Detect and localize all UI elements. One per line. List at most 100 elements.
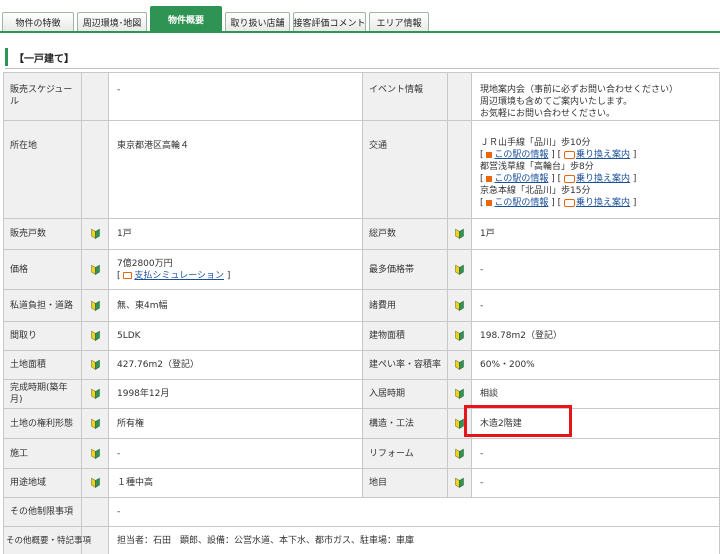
value-building-area: 198.78m2（登記） bbox=[471, 321, 720, 351]
event-line: お気軽にお問い合わせください。 bbox=[480, 109, 616, 119]
label-builder: 施工 bbox=[3, 438, 82, 469]
beginner-mark-icon bbox=[91, 228, 100, 239]
tab-service-review[interactable]: 接客評価コメント bbox=[293, 12, 366, 32]
value-price-band: - bbox=[471, 249, 720, 290]
value-sales-schedule: - bbox=[108, 72, 363, 121]
label-building-area: 建物面積 bbox=[362, 321, 448, 351]
value-location: 東京都港区高輪４ bbox=[108, 120, 363, 219]
tab-bar: 物件の特徴 周辺環境･地図 物件概要 取り扱い店舗 接客評価コメント エリア情報 bbox=[2, 6, 432, 32]
section-divider bbox=[5, 68, 719, 69]
beginner-mark-icon bbox=[455, 477, 464, 488]
label-price: 価格 bbox=[3, 249, 82, 290]
beginner-mark-icon bbox=[455, 300, 464, 311]
label-floor-plan: 間取り bbox=[3, 321, 82, 351]
tab-property-overview[interactable]: 物件概要 bbox=[150, 6, 222, 32]
beginner-mark-icon bbox=[455, 330, 464, 341]
table-row: 用途地域 １種中高 地目 - bbox=[3, 468, 720, 498]
station-info-icon bbox=[486, 175, 493, 182]
price-amount: 7億2800万円 bbox=[117, 258, 173, 269]
label-other-restrictions: その他制限事項 bbox=[3, 497, 82, 527]
value-coverage-ratio: 60%・200% bbox=[471, 350, 720, 380]
label-misc-cost: 諸費用 bbox=[362, 289, 448, 322]
station-info-link[interactable]: この駅の情報 bbox=[494, 150, 548, 160]
value-land-category: - bbox=[471, 468, 720, 498]
payment-sim-row: [ 支払シミュレーション ] bbox=[117, 270, 231, 281]
value-land-rights: 所有権 bbox=[108, 408, 363, 439]
tab-handling-stores[interactable]: 取り扱い店舗 bbox=[225, 12, 290, 32]
beginner-mark-icon bbox=[455, 264, 464, 275]
beginner-mark-icon bbox=[91, 448, 100, 459]
value-floor-plan: 5LDK bbox=[108, 321, 363, 351]
beginner-mark-icon bbox=[455, 418, 464, 429]
transfer-guide-link[interactable]: 乗り換え案内 bbox=[576, 174, 630, 184]
access-links: [ この駅の情報 ] [ 乗り換え案内 ] bbox=[480, 174, 637, 184]
table-row: 販売戸数 1戸 総戸数 1戸 bbox=[3, 218, 720, 250]
label-zoning: 用途地域 bbox=[3, 468, 82, 498]
label-location: 所在地 bbox=[3, 120, 82, 219]
beginner-mark-icon bbox=[91, 330, 100, 341]
value-reform: - bbox=[471, 438, 720, 469]
access-links: [ この駅の情報 ] [ 乗り換え案内 ] bbox=[480, 198, 637, 208]
transfer-train-icon bbox=[564, 174, 575, 183]
label-land-rights: 土地の権利形態 bbox=[3, 408, 82, 439]
beginner-mark-icon bbox=[91, 359, 100, 370]
value-other-notes: 担当者：石田 顕郎、設備：公営水道、本下水、都市ガス、駐車場：車庫 bbox=[108, 526, 720, 554]
beginner-mark-icon bbox=[455, 359, 464, 370]
beginner-mark-icon bbox=[455, 228, 464, 239]
label-move-in: 入居時期 bbox=[362, 379, 448, 409]
value-private-road: 無、東4m幅 bbox=[108, 289, 363, 322]
calculator-icon bbox=[123, 271, 133, 279]
label-reform: リフォーム bbox=[362, 438, 448, 469]
table-row: その他制限事項 - bbox=[3, 497, 720, 527]
station-info-link[interactable]: この駅の情報 bbox=[494, 198, 548, 208]
table-row: 間取り 5LDK 建物面積 198.78m2（登記） bbox=[3, 321, 720, 351]
event-line: 周辺環境も含めてご案内いたします。 bbox=[480, 97, 633, 107]
transfer-guide-link[interactable]: 乗り換え案内 bbox=[576, 198, 630, 208]
label-other-notes: その他概要・特記事項 bbox=[3, 526, 91, 554]
value-land-area: 427.76m2（登記） bbox=[108, 350, 363, 380]
beginner-mark-icon bbox=[455, 388, 464, 399]
access-line-text: 京急本線「北品川」歩15分 bbox=[480, 186, 591, 196]
label-land-area: 土地面積 bbox=[3, 350, 82, 380]
tab-underline bbox=[0, 31, 720, 33]
station-info-link[interactable]: この駅の情報 bbox=[494, 174, 548, 184]
beginner-mark-icon bbox=[91, 300, 100, 311]
beginner-mark-icon bbox=[91, 418, 100, 429]
tab-features[interactable]: 物件の特徴 bbox=[2, 12, 74, 32]
label-access: 交通 bbox=[362, 120, 448, 219]
value-zoning: １種中高 bbox=[108, 468, 363, 498]
payment-simulation-link[interactable]: 支払シミュレーション bbox=[134, 271, 224, 281]
access-line-text: ＪＲ山手線「品川」歩10分 bbox=[480, 138, 591, 148]
label-event-info: イベント情報 bbox=[362, 72, 448, 121]
station-info-icon bbox=[486, 199, 493, 206]
transfer-train-icon bbox=[564, 150, 575, 159]
table-row: 土地の権利形態 所有権 構造・工法 木造2階建 bbox=[3, 408, 720, 439]
label-sales-schedule: 販売スケジュール bbox=[3, 72, 82, 121]
access-line-text: 都営浅草線「高輪台」歩8分 bbox=[480, 162, 594, 172]
beginner-mark-icon bbox=[455, 448, 464, 459]
transfer-guide-link[interactable]: 乗り換え案内 bbox=[576, 150, 630, 160]
value-completion: 1998年12月 bbox=[108, 379, 363, 409]
table-row: 完成時期(築年月) 1998年12月 入居時期 相談 bbox=[3, 379, 720, 409]
label-price-band: 最多価格帯 bbox=[362, 249, 448, 290]
label-total-units: 総戸数 bbox=[362, 218, 448, 250]
value-units-for-sale: 1戸 bbox=[108, 218, 363, 250]
section-title: 【一戸建て】 bbox=[5, 48, 719, 66]
value-access: ＪＲ山手線「品川」歩10分 [ この駅の情報 ] [ 乗り換え案内 ] 都営浅草… bbox=[471, 120, 720, 219]
label-units-for-sale: 販売戸数 bbox=[3, 218, 82, 250]
value-builder: - bbox=[108, 438, 363, 469]
label-completion: 完成時期(築年月) bbox=[3, 379, 82, 409]
station-info-icon bbox=[486, 151, 493, 158]
property-overview-table: 販売スケジュール - イベント情報 現地案内会（事前に必ずお問い合わせください）… bbox=[3, 72, 720, 554]
beginner-mark-icon bbox=[91, 264, 100, 275]
tab-surroundings-map[interactable]: 周辺環境･地図 bbox=[77, 12, 147, 32]
table-row: 所在地 東京都港区高輪４ 交通 ＪＲ山手線「品川」歩10分 [ この駅の情報 ]… bbox=[3, 120, 720, 219]
table-row: 価格 7億2800万円 [ 支払シミュレーション ] 最多価格帯 - bbox=[3, 249, 720, 290]
tab-area-info[interactable]: エリア情報 bbox=[369, 12, 429, 32]
value-event-info: 現地案内会（事前に必ずお問い合わせください） 周辺環境も含めてご案内いたします。… bbox=[471, 72, 720, 121]
access-links: [ この駅の情報 ] [ 乗り換え案内 ] bbox=[480, 150, 637, 160]
table-row: その他概要・特記事項 担当者：石田 顕郎、設備：公営水道、本下水、都市ガス、駐車… bbox=[3, 526, 720, 554]
value-price: 7億2800万円 [ 支払シミュレーション ] bbox=[108, 249, 363, 290]
table-row: 私道負担・道路 無、東4m幅 諸費用 - bbox=[3, 289, 720, 322]
transfer-train-icon bbox=[564, 198, 575, 207]
